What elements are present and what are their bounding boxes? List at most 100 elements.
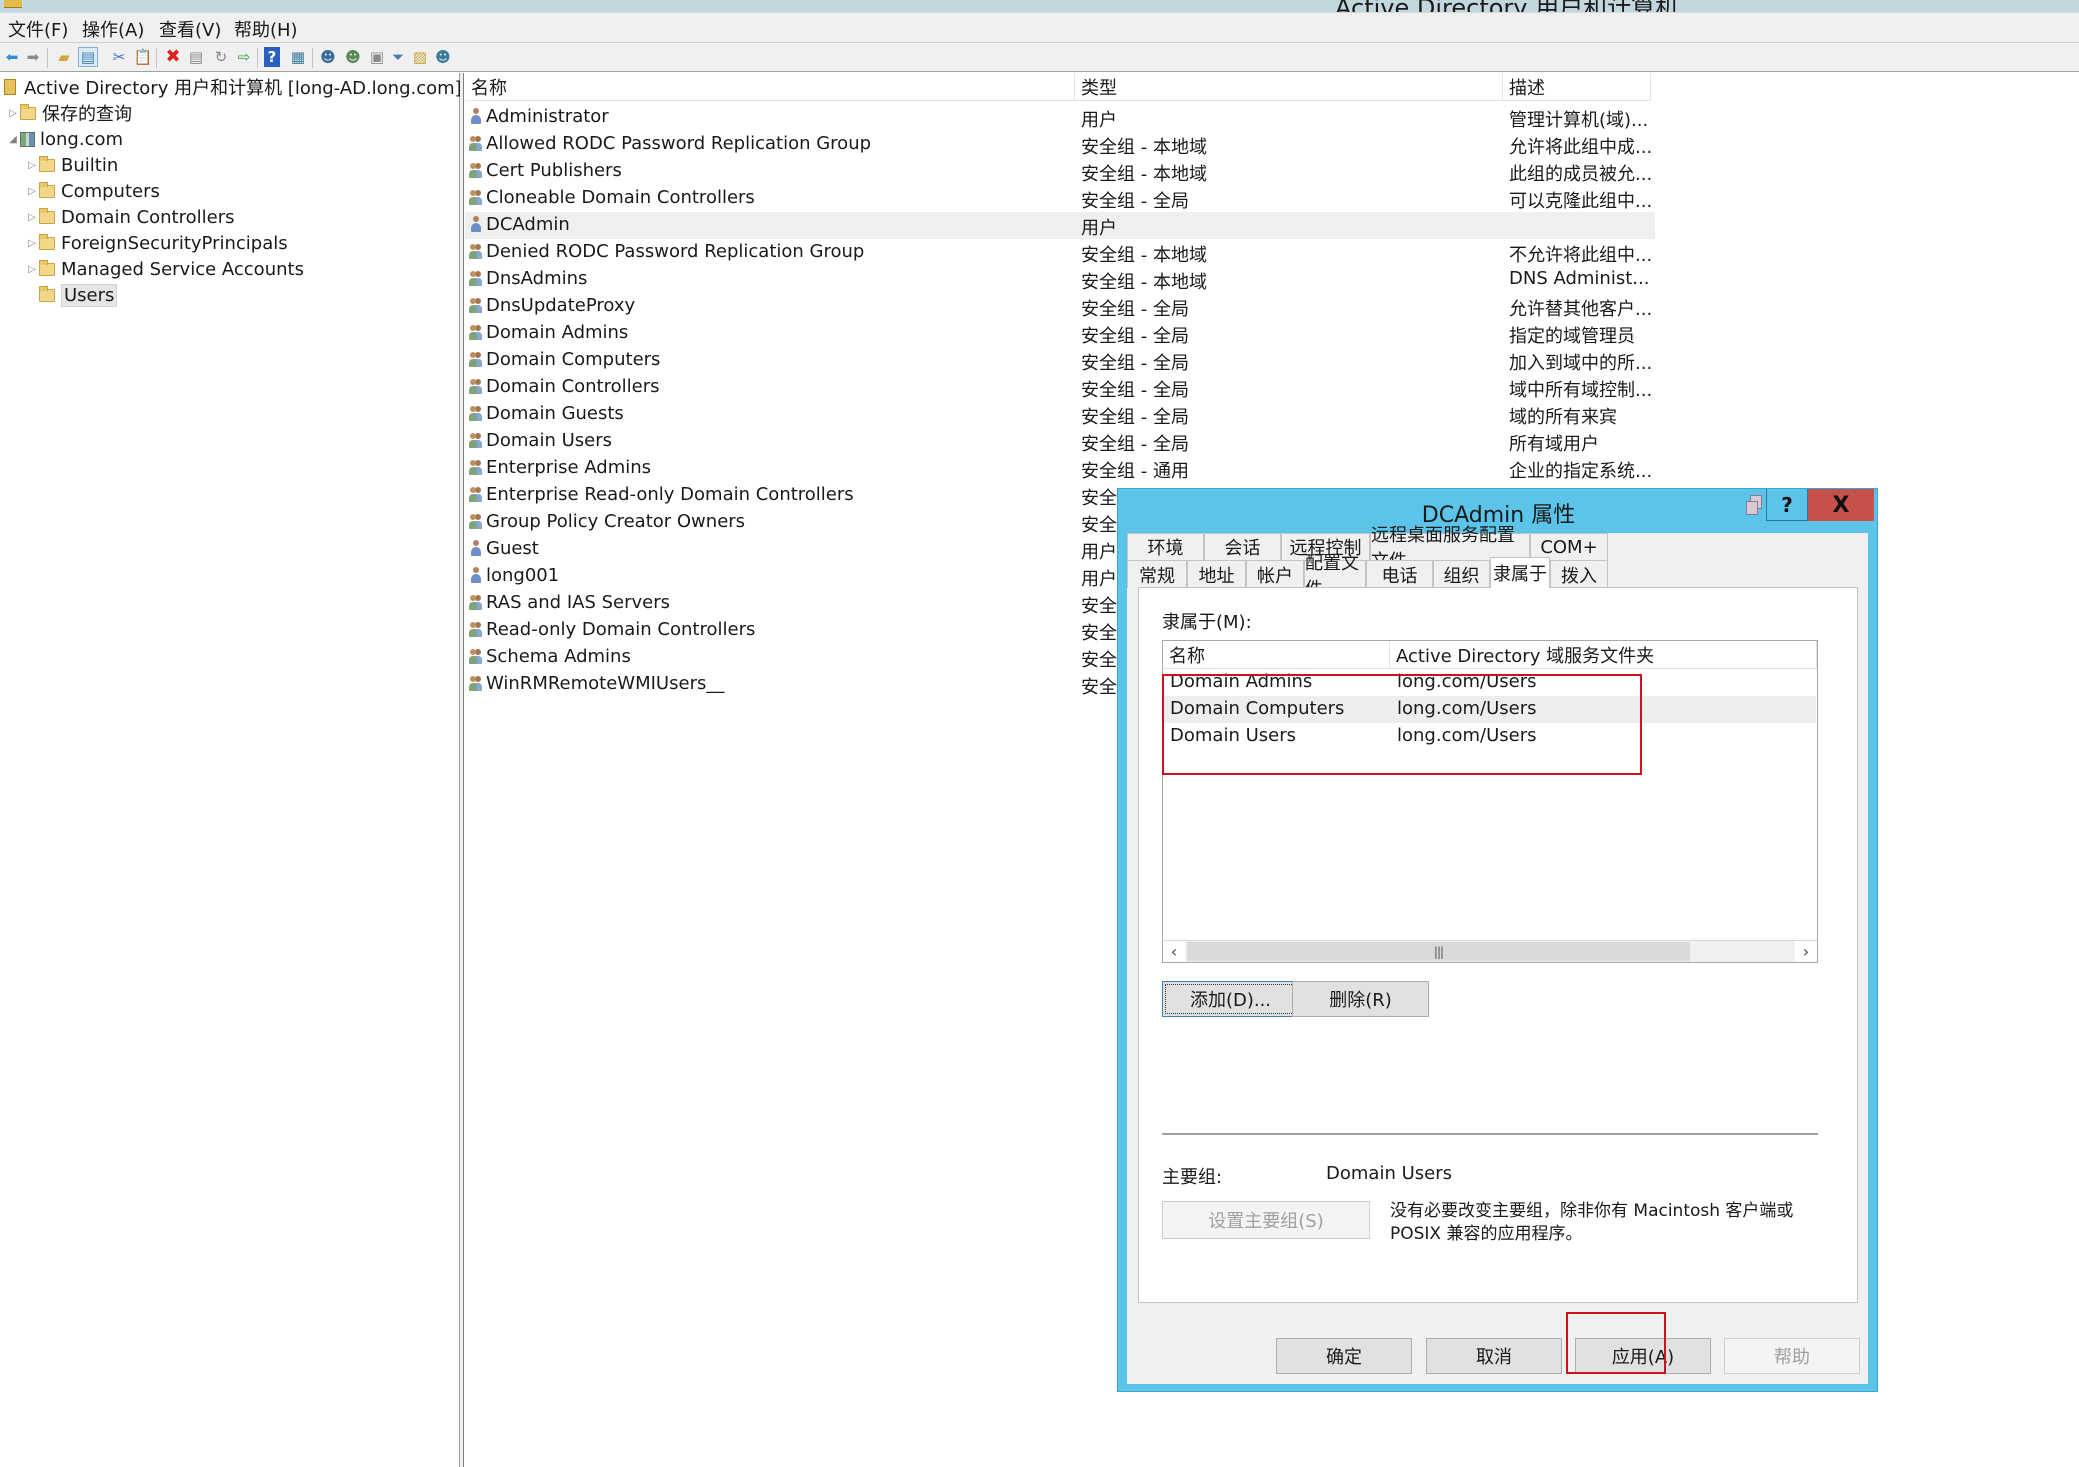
tree-item-domain-controllers[interactable]: ▷ Domain Controllers: [25, 205, 234, 229]
refresh-icon[interactable]: ↻: [211, 47, 231, 67]
expand-icon[interactable]: ▷: [25, 212, 39, 223]
up-folder-icon[interactable]: ▰: [54, 47, 74, 67]
tab-account[interactable]: 帐户: [1246, 560, 1304, 588]
delete-icon[interactable]: ✖: [163, 47, 183, 67]
list-row[interactable]: Domain Computers 安全组 - 全局 加入到域中的所...: [465, 347, 1655, 374]
expand-icon[interactable]: ▷: [25, 238, 39, 249]
list-row[interactable]: Domain Admins 安全组 - 全局 指定的域管理员: [465, 320, 1655, 347]
tab-rds-profile[interactable]: 远程桌面服务配置文件: [1370, 525, 1530, 572]
group-icon: [469, 512, 483, 530]
cut-icon[interactable]: ✂: [109, 47, 129, 67]
tree-root[interactable]: Active Directory 用户和计算机 [long-AD.long.co…: [4, 75, 462, 99]
tree-item-managed-service-accounts[interactable]: ▷ Managed Service Accounts: [25, 257, 304, 281]
scroll-left-icon[interactable]: ‹: [1163, 941, 1185, 962]
horizontal-scrollbar[interactable]: ‹ ||| ›: [1163, 940, 1817, 962]
tab-organization[interactable]: 组织: [1433, 560, 1490, 588]
tab-general[interactable]: 常规: [1127, 560, 1187, 588]
cell-name: Schema Admins: [469, 646, 631, 667]
tab-address[interactable]: 地址: [1187, 560, 1246, 588]
tab-environment[interactable]: 环境: [1127, 533, 1204, 560]
list-row[interactable]: Enterprise Admins 安全组 - 通用 企业的指定系统...: [465, 455, 1655, 482]
member-row[interactable]: Domain Computers long.com/Users: [1164, 696, 1816, 723]
scrollbar-thumb[interactable]: |||: [1187, 942, 1690, 961]
domain-icon: [20, 131, 35, 147]
list-row[interactable]: Domain Users 安全组 - 全局 所有域用户: [465, 428, 1655, 455]
tab-telephones[interactable]: 电话: [1366, 560, 1433, 588]
filter-icon[interactable]: ⏷: [388, 47, 408, 67]
back-icon[interactable]: ⬅: [2, 47, 22, 67]
list-row[interactable]: Allowed RODC Password Replication Group 安…: [465, 131, 1655, 158]
find-icon[interactable]: ▨: [410, 47, 430, 67]
help-icon[interactable]: ?: [264, 47, 280, 67]
tab-com-plus[interactable]: COM+: [1530, 533, 1608, 560]
pane-splitter[interactable]: [460, 73, 464, 1467]
forward-icon[interactable]: ➡: [23, 47, 43, 67]
new-ou-icon[interactable]: ▣: [367, 47, 387, 67]
column-header-name[interactable]: 名称: [465, 73, 1075, 101]
folder-icon: [39, 259, 55, 276]
list-row[interactable]: Cloneable Domain Controllers 安全组 - 全局 可以克隆…: [465, 185, 1655, 212]
user-icon: [469, 215, 483, 233]
list-row[interactable]: Domain Controllers 安全组 - 全局 域中所有域控制...: [465, 374, 1655, 401]
member-row[interactable]: Domain Users long.com/Users: [1164, 723, 1816, 750]
new-group-icon[interactable]: ☻: [343, 47, 363, 67]
list-row[interactable]: Administrator 用户 管理计算机(域)...: [465, 104, 1655, 131]
paste-icon[interactable]: 📋: [133, 47, 153, 67]
group-icon: [469, 188, 483, 206]
export-list-icon[interactable]: ⇨: [234, 47, 254, 67]
scroll-right-icon[interactable]: ›: [1795, 941, 1817, 962]
menu-action[interactable]: 操作(A): [82, 16, 144, 42]
collapse-icon[interactable]: ◢: [6, 134, 20, 145]
tree-item-saved-queries[interactable]: ▷ 保存的查询: [6, 101, 132, 125]
tab-sessions[interactable]: 会话: [1204, 533, 1281, 560]
cell-name: WinRMRemoteWMIUsers__: [469, 673, 724, 694]
tree-item-users[interactable]: Users: [25, 283, 118, 307]
remove-group-button[interactable]: 删除(R): [1292, 981, 1429, 1017]
expand-icon[interactable]: ▷: [25, 186, 39, 197]
help-button[interactable]: 帮助: [1724, 1338, 1860, 1374]
menu-view[interactable]: 查看(V): [159, 16, 221, 42]
cell-type: 安全组 - 通用: [1081, 461, 1189, 482]
member-column-name[interactable]: 名称: [1163, 641, 1390, 669]
show-hide-console-tree-icon[interactable]: ▤: [78, 47, 98, 67]
list-row[interactable]: Denied RODC Password Replication Group 安全…: [465, 239, 1655, 266]
add-group-button[interactable]: 添加(D)...: [1162, 981, 1299, 1017]
tab-dial-in[interactable]: 拨入: [1550, 560, 1608, 588]
column-header-type[interactable]: 类型: [1075, 73, 1503, 101]
toolbar-separator: [47, 48, 48, 68]
list-row[interactable]: DCAdmin 用户: [465, 212, 1655, 239]
expand-icon[interactable]: ▷: [25, 264, 39, 275]
list-row[interactable]: DnsUpdateProxy 安全组 - 全局 允许替其他客户...: [465, 293, 1655, 320]
tab-profile[interactable]: 配置文件: [1304, 553, 1366, 600]
menu-help[interactable]: 帮助(H): [234, 16, 298, 42]
dialog-help-button[interactable]: ?: [1766, 489, 1808, 521]
show-action-pane-icon[interactable]: ▦: [288, 47, 308, 67]
properties-icon[interactable]: ▤: [186, 47, 206, 67]
member-row[interactable]: Domain Admins long.com/Users: [1164, 669, 1816, 696]
column-header-description[interactable]: 描述: [1503, 73, 1651, 101]
dialog-close-button[interactable]: X: [1808, 489, 1874, 521]
menu-file[interactable]: 文件(F): [8, 16, 68, 42]
tab-member-of[interactable]: 隶属于: [1490, 557, 1550, 588]
cancel-button[interactable]: 取消: [1426, 1338, 1562, 1374]
list-row[interactable]: Cert Publishers 安全组 - 本地域 此组的成员被允...: [465, 158, 1655, 185]
expand-icon[interactable]: ▷: [25, 160, 39, 171]
set-primary-group-button[interactable]: 设置主要组(S): [1162, 1201, 1370, 1239]
ok-button[interactable]: 确定: [1276, 1338, 1412, 1374]
member-column-folder[interactable]: Active Directory 域服务文件夹: [1390, 641, 1817, 669]
group-icon: [469, 674, 483, 692]
tree-item-domain[interactable]: ◢ long.com: [6, 127, 123, 151]
list-row[interactable]: Domain Guests 安全组 - 全局 域的所有来宾: [465, 401, 1655, 428]
list-row[interactable]: DnsAdmins 安全组 - 本地域 DNS Administ...: [465, 266, 1655, 293]
add-to-group-icon[interactable]: ☻: [433, 47, 453, 67]
member-of-list[interactable]: 名称 Active Directory 域服务文件夹 Domain Admins…: [1162, 640, 1818, 963]
ou-folder-icon: [39, 207, 55, 224]
tree-item-foreign-security-principals[interactable]: ▷ ForeignSecurityPrincipals: [25, 231, 288, 255]
group-icon: [469, 458, 483, 476]
tree-item-computers[interactable]: ▷ Computers: [25, 179, 160, 203]
cell-name: Denied RODC Password Replication Group: [469, 241, 864, 262]
apply-button[interactable]: 应用(A): [1575, 1338, 1711, 1374]
new-user-icon[interactable]: ☻: [318, 47, 338, 67]
expand-icon[interactable]: ▷: [6, 108, 20, 119]
tree-item-builtin[interactable]: ▷ Builtin: [25, 153, 118, 177]
